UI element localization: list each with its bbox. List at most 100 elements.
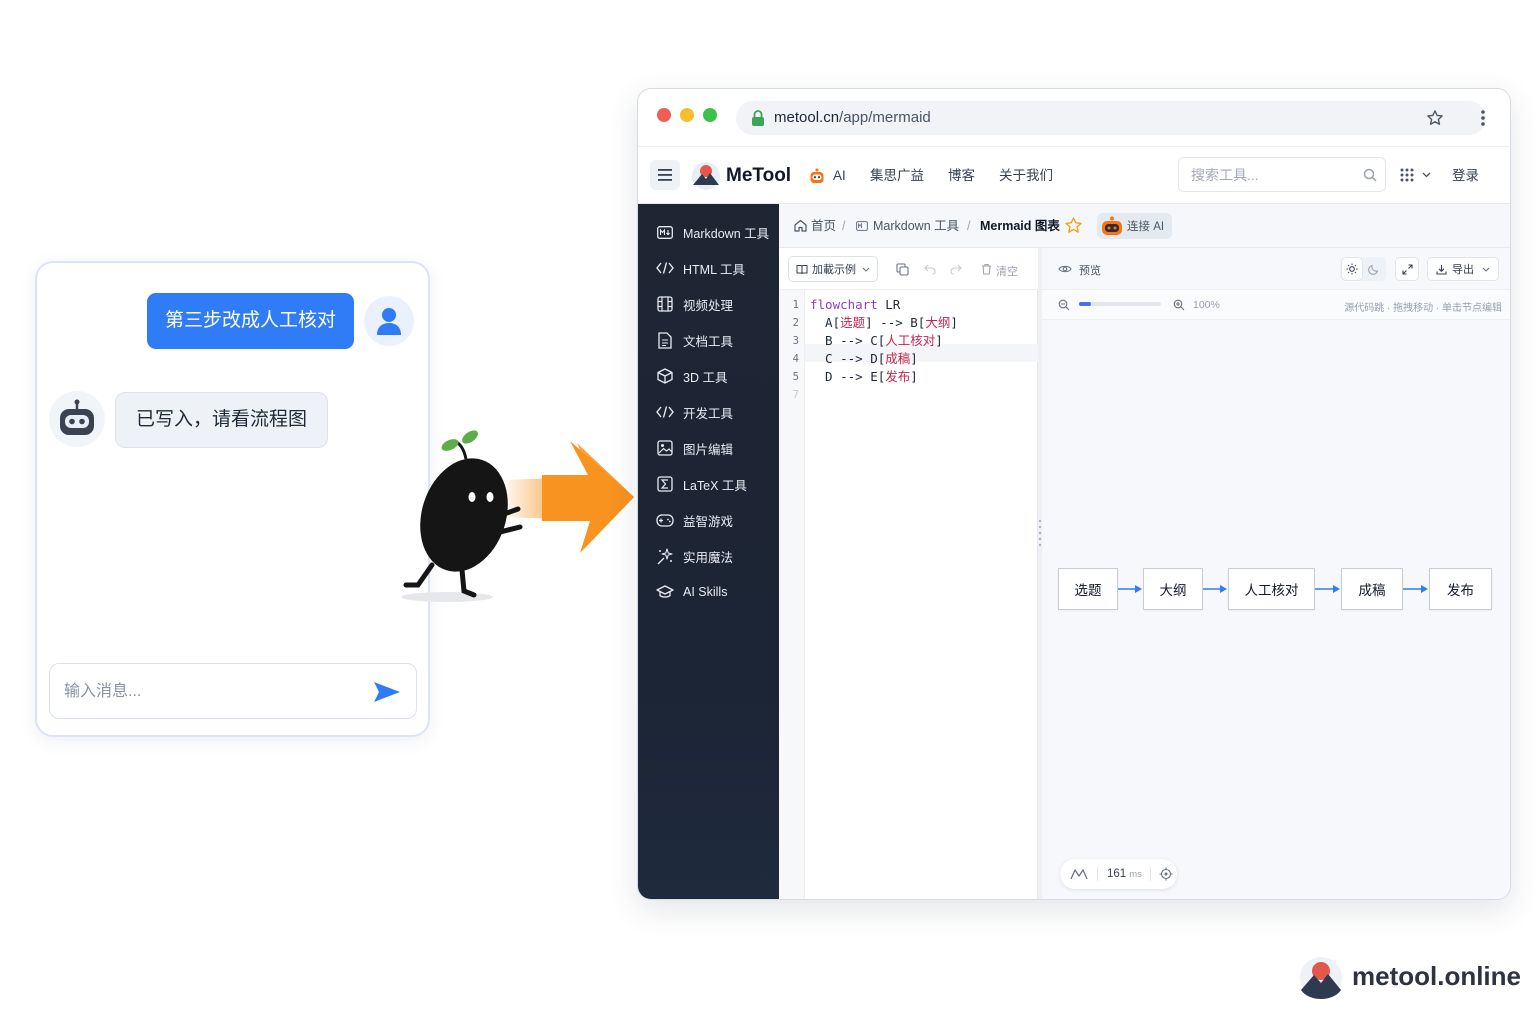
close-window-dot[interactable] <box>657 108 671 122</box>
nav-item-about[interactable]: 关于我们 <box>999 147 1053 204</box>
user-avatar-icon <box>364 296 414 346</box>
sidebar-item-ai-skills[interactable]: AI Skills <box>638 574 779 610</box>
search-icon[interactable] <box>1363 168 1377 182</box>
trash-icon[interactable] <box>981 263 992 275</box>
line-number: 2 <box>792 317 799 329</box>
divider <box>1149 867 1151 881</box>
code-text: ] <box>910 351 918 366</box>
hamburger-menu-icon[interactable] <box>650 160 680 190</box>
search-input[interactable] <box>1191 165 1351 185</box>
fullscreen-icon[interactable] <box>1395 257 1419 281</box>
code-line[interactable]: B --> C[人工核对] <box>810 332 943 350</box>
nav-item-blog[interactable]: 博客 <box>948 147 975 204</box>
zoom-level: 100% <box>1193 299 1220 311</box>
formula-icon <box>656 475 674 493</box>
zoom-in-icon[interactable] <box>1173 299 1185 311</box>
chat-input-box <box>49 663 417 719</box>
code-text: ] <box>935 333 943 348</box>
sidebar-item-label: Markdown 工具 <box>683 226 770 241</box>
locate-center-icon[interactable] <box>1159 867 1173 881</box>
sidebar-item-dev[interactable]: 开发工具 <box>638 394 779 430</box>
url-host: metool.cn <box>774 109 840 126</box>
search-box <box>1178 157 1386 192</box>
main-content: 首页 / Markdown 工具 / Mermaid 图表 连接 AI 加載示例 <box>779 204 1510 899</box>
login-button[interactable]: 登录 <box>1452 147 1479 204</box>
sidebar-item-label: 文档工具 <box>683 334 734 349</box>
download-icon <box>1436 264 1447 275</box>
url-path: /app/mermaid <box>839 109 931 126</box>
flow-node[interactable]: 选题 <box>1058 568 1118 610</box>
flow-arrow-icon <box>1203 585 1227 593</box>
undo-icon[interactable] <box>924 264 936 275</box>
send-icon[interactable] <box>372 678 402 706</box>
code-line[interactable]: A[选题] --> B[大纲] <box>810 314 958 332</box>
browser-menu-icon[interactable] <box>1480 109 1486 127</box>
preview-title: 预览 <box>1079 265 1101 277</box>
breadcrumb-markdown[interactable]: Markdown 工具 <box>873 204 959 248</box>
export-dropdown[interactable]: 导出 <box>1427 257 1499 281</box>
chevron-down-icon[interactable] <box>1422 172 1431 178</box>
code-line[interactable]: C --> D[成稿] <box>810 350 918 368</box>
code-string: 人工核对 <box>885 333 936 348</box>
code-string: 发布 <box>885 369 911 384</box>
load-example-dropdown[interactable]: 加載示例 <box>788 256 878 282</box>
line-number: 5 <box>792 371 799 383</box>
sidebar-item-3d[interactable]: 3D 工具 <box>638 358 779 394</box>
nav-item-ai[interactable]: AI <box>833 147 846 204</box>
breadcrumb-home[interactable]: 首页 <box>811 204 836 248</box>
flow-node[interactable]: 发布 <box>1429 568 1492 610</box>
moon-icon[interactable] <box>1368 262 1380 280</box>
redo-icon[interactable] <box>950 264 962 275</box>
code-keyword: flowchart <box>810 297 878 312</box>
zoom-out-icon[interactable] <box>1058 299 1070 311</box>
ai-robot-icon <box>810 168 824 183</box>
preview-hint: 源代码跳 · 拖拽移动 · 单击节点编辑 <box>1344 303 1502 314</box>
render-time-unit: ms <box>1129 868 1142 880</box>
sidebar-item-markdown[interactable]: Markdown 工具 <box>638 214 779 250</box>
sidebar-item-label: 益智游戏 <box>683 514 734 529</box>
url-text: metool.cn/app/mermaid <box>774 101 931 135</box>
connect-ai-label: 连接 AI <box>1127 221 1165 233</box>
minimize-window-dot[interactable] <box>680 108 694 122</box>
code-string: 选题 <box>840 315 866 330</box>
code-line[interactable]: flowchart LR <box>810 296 900 314</box>
flow-node[interactable]: 人工核对 <box>1228 568 1315 610</box>
gamepad-icon <box>656 511 674 529</box>
preview-panel: 预览 导出 100% 源代码跳 · 拖拽移动 · 单击节点编辑 选题 大纲 人工… <box>1042 248 1510 899</box>
breadcrumb-current: Mermaid 图表 <box>980 219 1060 233</box>
flow-node[interactable]: 成稿 <box>1341 568 1403 610</box>
favorite-star-icon[interactable] <box>1064 216 1083 235</box>
connect-ai-button[interactable]: 连接 AI <box>1097 213 1173 239</box>
sidebar-item-image[interactable]: 图片编辑 <box>638 430 779 466</box>
clear-button[interactable]: 清空 <box>996 263 1018 279</box>
sidebar-item-latex[interactable]: LaTeX 工具 <box>638 466 779 502</box>
zoom-slider[interactable] <box>1079 302 1161 306</box>
sidebar-item-video[interactable]: 视频处理 <box>638 286 779 322</box>
message-input[interactable] <box>64 678 354 706</box>
markdown-icon <box>656 223 674 241</box>
maximize-window-dot[interactable] <box>703 108 717 122</box>
sun-icon[interactable] <box>1341 257 1363 281</box>
flow-arrow-icon <box>1403 585 1428 593</box>
mascot-pushing-arrow-icon <box>401 430 634 602</box>
sidebar-item-magic[interactable]: 实用魔法 <box>638 538 779 574</box>
code-text: D --> E[ <box>810 369 886 384</box>
document-icon <box>656 331 674 349</box>
zoom-slider-fill <box>1079 302 1092 306</box>
chevron-down-icon <box>862 267 870 272</box>
code-text: LR <box>877 297 901 312</box>
lock-icon <box>752 110 764 126</box>
apps-grid-icon[interactable] <box>1400 168 1414 182</box>
film-icon <box>656 295 674 313</box>
sidebar-item-html[interactable]: HTML 工具 <box>638 250 779 286</box>
flow-arrow-icon <box>1118 585 1142 593</box>
sidebar-item-games[interactable]: 益智游戏 <box>638 502 779 538</box>
address-bar[interactable]: metool.cn/app/mermaid <box>736 101 1486 135</box>
code-line[interactable]: D --> E[发布] <box>810 368 918 386</box>
brand-name[interactable]: MeTool <box>726 147 791 204</box>
sidebar-item-docs[interactable]: 文档工具 <box>638 322 779 358</box>
nav-item-brainstorm[interactable]: 集思广益 <box>870 147 924 204</box>
bookmark-star-icon[interactable] <box>1426 109 1444 127</box>
flow-node[interactable]: 大纲 <box>1143 568 1203 610</box>
copy-icon[interactable] <box>896 263 909 276</box>
